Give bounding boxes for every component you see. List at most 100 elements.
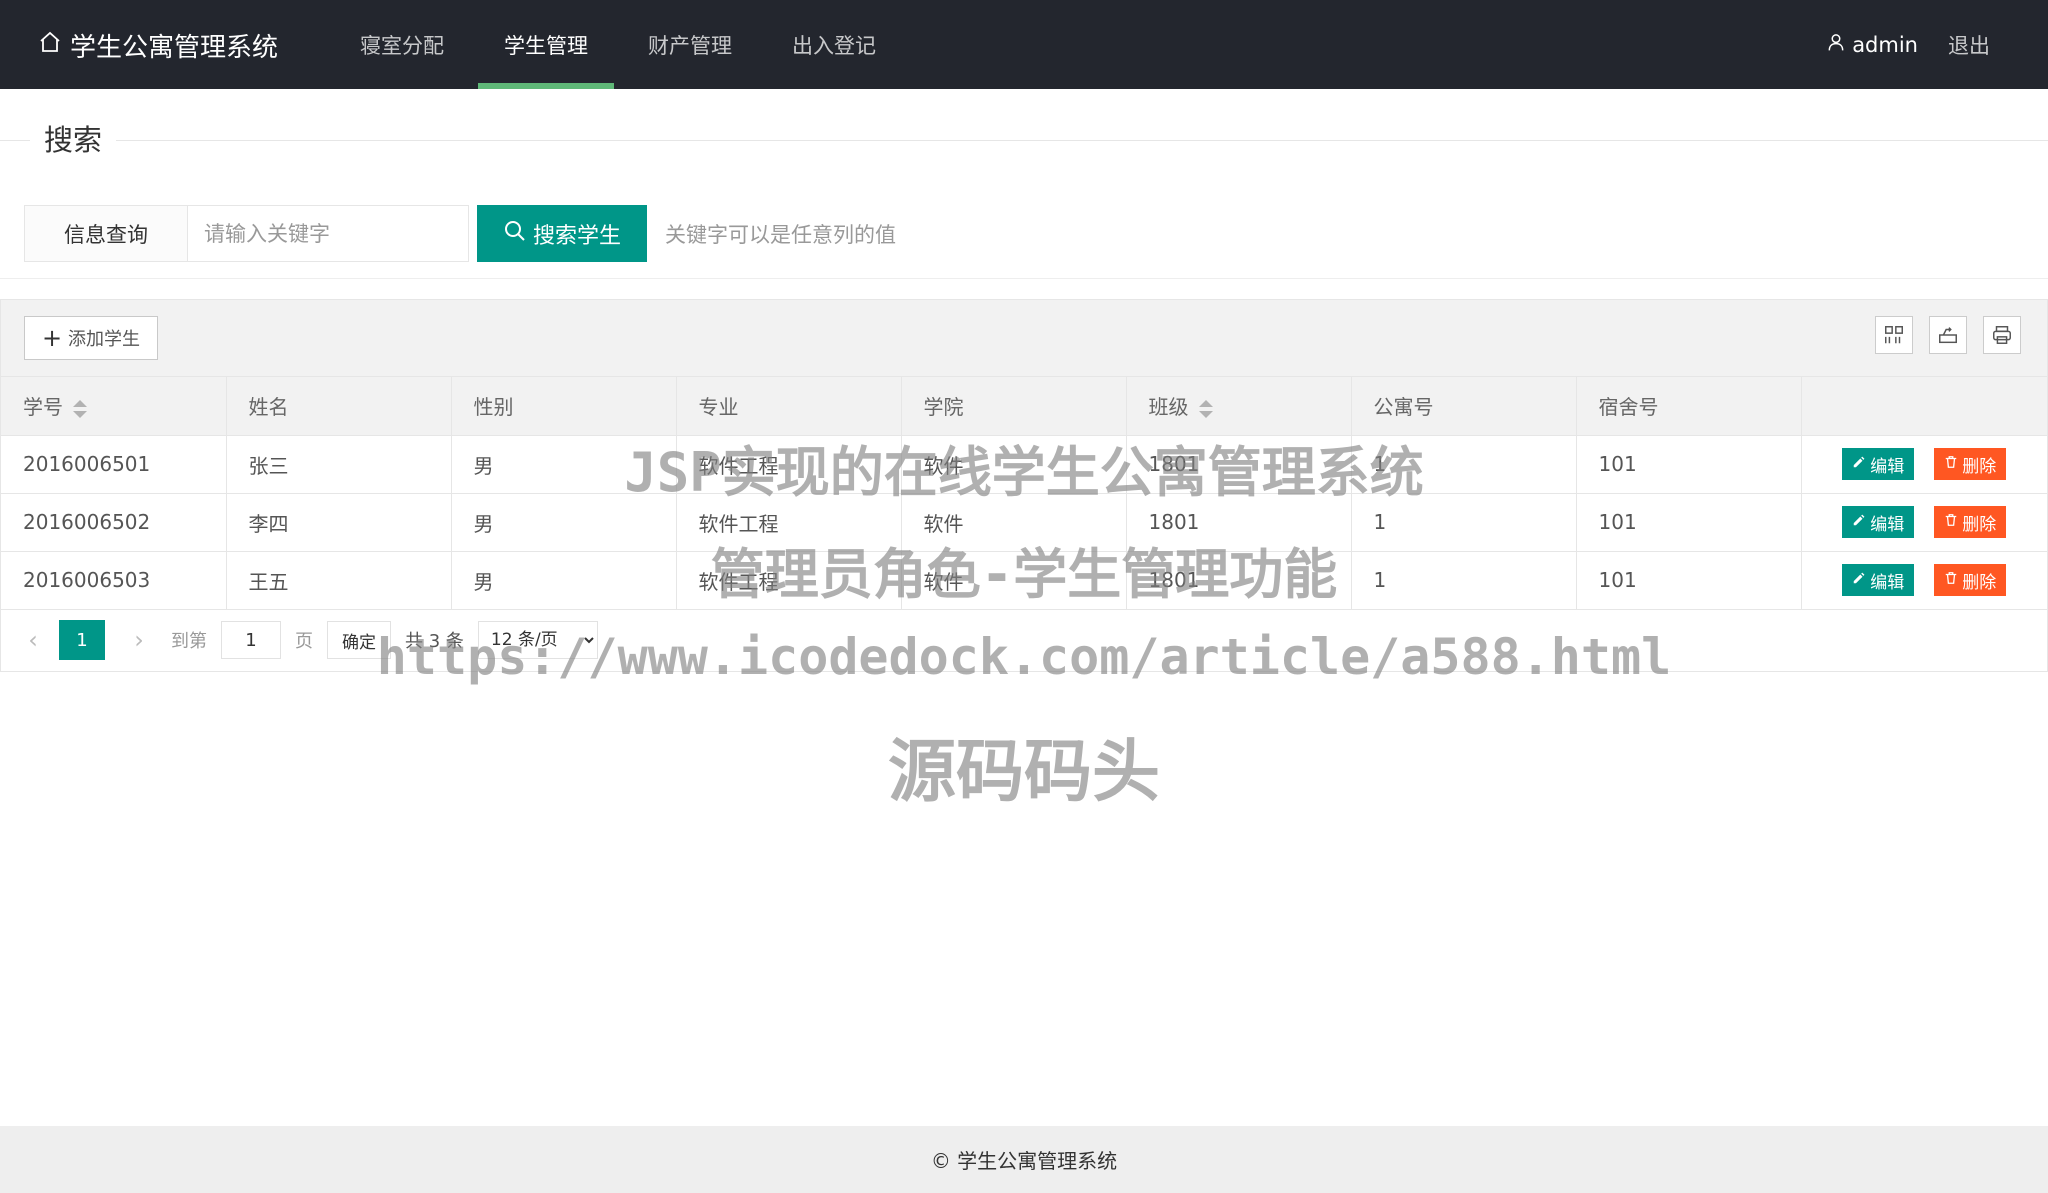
cell-actions: 编辑 删除	[1801, 435, 2047, 494]
pencil-icon	[1852, 512, 1866, 532]
column-header-actions	[1801, 377, 2047, 436]
search-fieldset: 搜索	[0, 120, 2048, 160]
home-icon	[38, 30, 62, 61]
page-size-select[interactable]: 12 条/页	[477, 621, 598, 659]
export-icon[interactable]	[1929, 316, 1967, 354]
user-name: admin	[1852, 32, 1918, 57]
sort-icon[interactable]	[73, 399, 87, 418]
fieldset-divider	[0, 140, 2048, 141]
table-toolbar: + 添加学生	[1, 300, 2047, 377]
cell-gender: 男	[451, 551, 677, 610]
add-student-label: 添加学生	[68, 329, 141, 350]
prev-page-icon[interactable]: ‹	[21, 626, 45, 654]
logo[interactable]: 学生公寓管理系统	[38, 28, 279, 63]
table-row: 2016006501 张三 男 软件工程 软件 1801 1 101 编辑 删除	[1, 435, 2047, 494]
page-number-current[interactable]: 1	[59, 620, 105, 660]
pencil-icon	[1852, 570, 1866, 590]
goto-confirm-button[interactable]: 确定	[327, 621, 391, 659]
edit-button[interactable]: 编辑	[1842, 448, 1915, 480]
cell-name: 王五	[226, 551, 452, 610]
page: 学生公寓管理系统 寝室分配 学生管理 财产管理 出入登记 admin 退出 搜索	[0, 0, 2048, 1193]
cell-student-id: 2016006502	[1, 493, 227, 552]
cell-class: 1801	[1126, 551, 1352, 610]
logout-link[interactable]: 退出	[1948, 30, 1990, 60]
sort-icon[interactable]	[1198, 399, 1213, 418]
cell-major: 软件工程	[676, 493, 902, 552]
column-header-gender: 性别	[451, 377, 677, 436]
table-header-row: 学号 姓名 性别 专业 学院 班级 公寓号 宿舍号	[1, 377, 2047, 436]
edit-button[interactable]: 编辑	[1842, 506, 1915, 538]
column-header-class[interactable]: 班级	[1126, 377, 1352, 436]
pencil-icon	[1852, 454, 1866, 474]
goto-prefix: 到第	[171, 631, 207, 652]
pagination: ‹ 1 › 到第 页 确定 共 3 条 12 条/页	[21, 620, 598, 660]
search-legend: 搜索	[30, 120, 117, 160]
cell-apartment: 1	[1351, 551, 1577, 610]
user-icon	[1826, 32, 1846, 57]
cell-dorm: 101	[1576, 435, 1802, 494]
trash-icon	[1944, 512, 1958, 532]
cell-gender: 男	[451, 435, 677, 494]
student-table: 学号 姓名 性别 专业 学院 班级 公寓号 宿舍号 2016006501 张三 …	[1, 377, 2047, 610]
cell-class: 1801	[1126, 493, 1352, 552]
footer-text: © 学生公寓管理系统	[930, 1149, 1118, 1173]
column-header-student-id[interactable]: 学号	[1, 377, 227, 436]
cell-dorm: 101	[1576, 551, 1802, 610]
logo-text: 学生公寓管理系统	[70, 32, 279, 63]
delete-button[interactable]: 删除	[1934, 506, 2007, 538]
cell-apartment: 1	[1351, 493, 1577, 552]
search-divider	[0, 278, 2048, 279]
student-table-container: + 添加学生 学号 姓名 性别 专业 学院 班级 公寓号 宿舍号 2016006…	[0, 299, 2048, 672]
cell-student-id: 2016006503	[1, 551, 227, 610]
column-header-name: 姓名	[226, 377, 452, 436]
cell-name: 李四	[226, 493, 452, 552]
table-row: 2016006502 李四 男 软件工程 软件 1801 1 101 编辑 删除	[1, 493, 2047, 552]
cell-name: 张三	[226, 435, 452, 494]
search-student-button[interactable]: 搜索学生	[477, 205, 647, 262]
toolbar-icons	[1875, 316, 2021, 354]
cell-student-id: 2016006501	[1, 435, 227, 494]
cell-actions: 编辑 删除	[1801, 551, 2047, 610]
column-header-major: 专业	[676, 377, 902, 436]
cell-college: 软件	[901, 551, 1127, 610]
table-row: 2016006503 王五 男 软件工程 软件 1801 1 101 编辑 删除	[1, 551, 2047, 610]
total-count: 共 3 条	[405, 631, 464, 652]
column-header-apartment: 公寓号	[1351, 377, 1577, 436]
goto-suffix: 页	[295, 631, 313, 652]
trash-icon	[1944, 570, 1958, 590]
cell-major: 软件工程	[676, 551, 902, 610]
search-button-label: 搜索学生	[532, 223, 621, 249]
delete-button[interactable]: 删除	[1934, 564, 2007, 596]
cell-college: 软件	[901, 435, 1127, 494]
cell-apartment: 1	[1351, 435, 1577, 494]
nav-item-room-assignment[interactable]: 寝室分配	[334, 0, 470, 89]
search-hint: 关键字可以是任意列的值	[665, 222, 896, 247]
search-input[interactable]	[187, 205, 469, 262]
nav-item-property-management[interactable]: 财产管理	[622, 0, 758, 89]
goto-page-input[interactable]	[221, 621, 281, 659]
watermark-line-4: 源码码头	[887, 733, 1160, 812]
cell-dorm: 101	[1576, 493, 1802, 552]
nav-item-student-management[interactable]: 学生管理	[478, 0, 614, 89]
columns-icon[interactable]	[1875, 316, 1913, 354]
cell-major: 软件工程	[676, 435, 902, 494]
footer: © 学生公寓管理系统	[0, 1126, 2048, 1193]
column-header-dorm: 宿舍号	[1576, 377, 1802, 436]
edit-button[interactable]: 编辑	[1842, 564, 1915, 596]
main-nav: 寝室分配 学生管理 财产管理 出入登记	[334, 0, 910, 89]
next-page-icon[interactable]: ›	[127, 626, 151, 654]
user-menu[interactable]: admin	[1826, 32, 1918, 57]
column-header-college: 学院	[901, 377, 1127, 436]
user-area: admin 退出	[1826, 0, 1990, 89]
delete-button[interactable]: 删除	[1934, 448, 2007, 480]
trash-icon	[1944, 454, 1958, 474]
cell-college: 软件	[901, 493, 1127, 552]
top-header: 学生公寓管理系统 寝室分配 学生管理 财产管理 出入登记 admin 退出	[0, 0, 2048, 89]
add-student-button[interactable]: + 添加学生	[24, 316, 158, 360]
cell-gender: 男	[451, 493, 677, 552]
nav-item-entry-exit-log[interactable]: 出入登记	[766, 0, 902, 89]
plus-icon: +	[41, 324, 63, 352]
search-row: 信息查询 搜索学生 关键字可以是任意列的值	[24, 205, 896, 262]
search-label: 信息查询	[24, 205, 187, 262]
print-icon[interactable]	[1983, 316, 2021, 354]
